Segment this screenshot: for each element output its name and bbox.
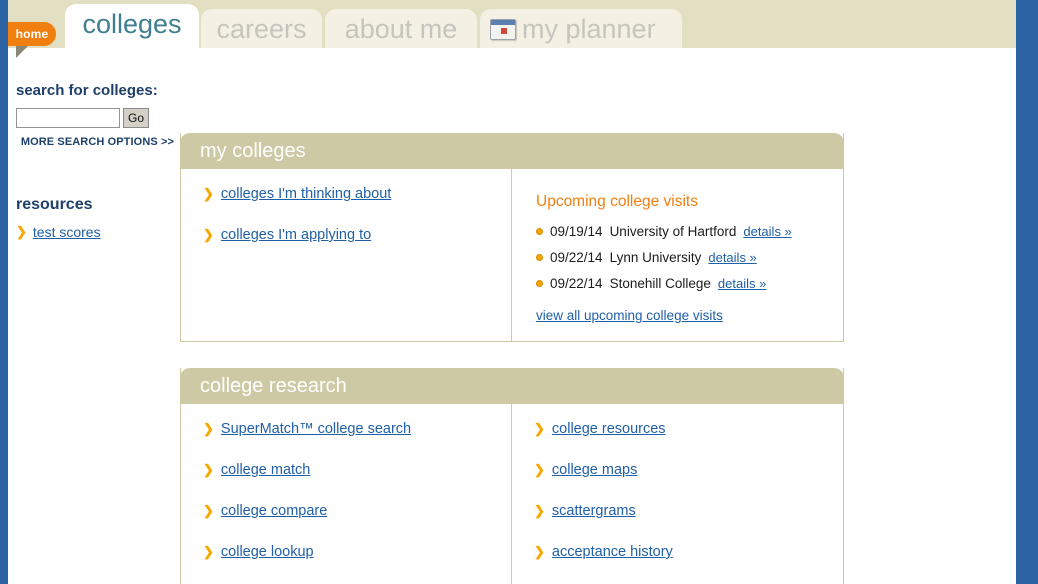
sidebar: search for colleges: Go MORE SEARCH OPTI… xyxy=(16,82,180,241)
resources-heading: resources xyxy=(16,196,93,213)
college-research-columns: ❯ SuperMatch™ college search ❯ college m… xyxy=(181,404,843,584)
top-tab-bar: home colleges careers about me my planne… xyxy=(8,0,1016,58)
left-edge-stripe xyxy=(0,0,8,584)
link-college-match[interactable]: ❯ college match xyxy=(181,461,511,479)
bullet-dot-icon xyxy=(536,280,543,287)
visit-row: 09/22/14 Lynn University details » xyxy=(536,250,829,265)
chevron-right-icon: ❯ xyxy=(203,462,214,477)
chevron-right-icon: ❯ xyxy=(16,224,27,239)
chevron-right-icon: ❯ xyxy=(203,421,214,436)
link-scattergrams[interactable]: ❯ scattergrams xyxy=(512,502,843,520)
upcoming-visits: Upcoming college visits 09/19/14 Univers… xyxy=(512,193,843,325)
home-button[interactable]: home xyxy=(8,22,56,46)
link-college-compare[interactable]: ❯ college compare xyxy=(181,502,511,520)
my-colleges-columns: ❯ colleges I'm thinking about ❯ colleges… xyxy=(181,169,843,341)
my-colleges-panel-title: my colleges xyxy=(180,133,844,169)
link-acceptance-history[interactable]: ❯ acceptance history xyxy=(512,543,843,561)
link-label: SuperMatch™ college search xyxy=(220,421,412,437)
tab-about-me[interactable]: about me xyxy=(325,9,477,48)
visit-date: 09/19/14 xyxy=(550,224,603,239)
bullet-dot-icon xyxy=(536,228,543,235)
chevron-right-icon: ❯ xyxy=(534,421,545,436)
link-label: colleges I'm applying to xyxy=(220,227,372,243)
visit-details-link[interactable]: details » xyxy=(718,276,766,291)
search-input[interactable] xyxy=(16,108,120,128)
link-label: college resources xyxy=(551,421,666,437)
visit-details-link[interactable]: details » xyxy=(743,224,791,239)
search-heading: search for colleges: xyxy=(16,82,158,99)
link-label: college compare xyxy=(220,503,328,519)
visit-college: Stonehill College xyxy=(609,276,711,291)
visit-date: 09/22/14 xyxy=(550,276,603,291)
sidebar-item-label: test scores xyxy=(32,224,101,240)
college-research-left-column: ❯ SuperMatch™ college search ❯ college m… xyxy=(181,404,512,584)
visit-college: Lynn University xyxy=(609,250,702,265)
link-college-lookup[interactable]: ❯ college lookup xyxy=(181,543,511,561)
go-button[interactable]: Go xyxy=(123,108,150,128)
chevron-right-icon: ❯ xyxy=(203,544,214,559)
link-colleges-applying-to[interactable]: ❯ colleges I'm applying to xyxy=(181,226,511,244)
visit-row: 09/22/14 Stonehill College details » xyxy=(536,276,829,291)
view-all-visits-link[interactable]: view all upcoming college visits xyxy=(536,307,829,325)
link-label: scattergrams xyxy=(551,503,636,519)
link-colleges-thinking-about[interactable]: ❯ colleges I'm thinking about xyxy=(181,185,511,203)
chevron-right-icon: ❯ xyxy=(203,227,214,242)
tab-careers[interactable]: careers xyxy=(201,9,322,48)
link-label: college lookup xyxy=(220,544,314,560)
link-supermatch-college-search[interactable]: ❯ SuperMatch™ college search xyxy=(181,420,511,438)
page-root: home colleges careers about me my planne… xyxy=(0,0,1038,584)
upcoming-visits-column: Upcoming college visits 09/19/14 Univers… xyxy=(512,169,843,341)
page-body: search for colleges: Go MORE SEARCH OPTI… xyxy=(8,48,1016,584)
chevron-right-icon: ❯ xyxy=(534,462,545,477)
link-label: acceptance history xyxy=(551,544,673,560)
bullet-dot-icon xyxy=(536,254,543,261)
college-research-panel-title: college research xyxy=(180,368,844,404)
visit-college: University of Hartford xyxy=(609,224,737,239)
link-label: college match xyxy=(220,462,311,478)
link-label: college maps xyxy=(551,462,638,478)
my-colleges-panel: my colleges ❯ colleges I'm thinking abou… xyxy=(180,133,844,342)
link-college-resources[interactable]: ❯ college resources xyxy=(512,420,843,438)
college-research-panel: college research ❯ SuperMatch™ college s… xyxy=(180,368,844,584)
tab-my-planner-label: my planner xyxy=(522,14,656,44)
link-label: colleges I'm thinking about xyxy=(220,186,392,202)
tab-my-planner[interactable]: my planner xyxy=(480,9,682,48)
search-form: Go xyxy=(16,108,180,128)
visit-date: 09/22/14 xyxy=(550,250,603,265)
chevron-right-icon: ❯ xyxy=(534,503,545,518)
my-colleges-links-column: ❯ colleges I'm thinking about ❯ colleges… xyxy=(181,169,512,341)
right-edge-stripe xyxy=(1016,0,1038,584)
tab-colleges[interactable]: colleges xyxy=(65,4,199,48)
link-college-maps[interactable]: ❯ college maps xyxy=(512,461,843,479)
visit-details-link[interactable]: details » xyxy=(708,250,756,265)
upcoming-visits-title: Upcoming college visits xyxy=(536,193,698,210)
calendar-icon xyxy=(490,19,516,40)
visit-row: 09/19/14 University of Hartford details … xyxy=(536,224,829,239)
chevron-right-icon: ❯ xyxy=(534,544,545,559)
more-search-options-link[interactable]: MORE SEARCH OPTIONS >> xyxy=(16,136,180,148)
sidebar-item-test-scores[interactable]: ❯ test scores xyxy=(16,223,180,241)
chevron-right-icon: ❯ xyxy=(203,186,214,201)
chevron-right-icon: ❯ xyxy=(203,503,214,518)
college-research-right-column: ❯ college resources ❯ college maps ❯ sca… xyxy=(512,404,843,584)
